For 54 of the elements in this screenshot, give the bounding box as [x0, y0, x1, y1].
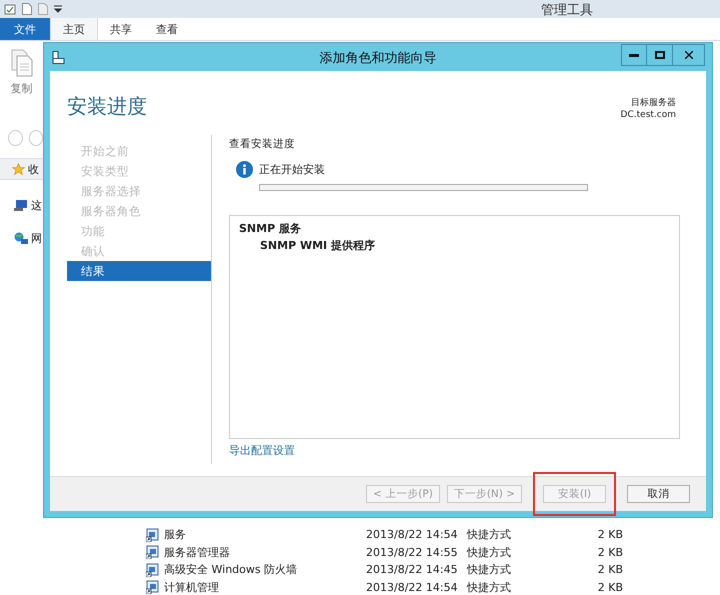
- file-size: 2 KB: [596, 528, 623, 542]
- file-date: 2013/8/22 14:55: [366, 546, 459, 559]
- properties-icon[interactable]: [4, 3, 16, 15]
- file-type: 快捷方式: [467, 544, 512, 560]
- minimize-button[interactable]: [621, 44, 647, 66]
- ribbon-tab[interactable]: 主页: [50, 18, 98, 40]
- wizard-step[interactable]: 结果: [67, 261, 211, 281]
- nav-item[interactable]: 网: [31, 231, 42, 246]
- file-date: 2013/8/22 14:54: [366, 580, 459, 594]
- export-settings-link[interactable]: 导出配置设置: [229, 443, 295, 458]
- nav-item[interactable]: 这: [31, 198, 42, 213]
- maximize-icon: [654, 51, 664, 59]
- maximize-button[interactable]: [647, 44, 673, 66]
- star-icon: [12, 162, 25, 176]
- info-icon: [236, 161, 253, 178]
- file-size: 2 KB: [596, 546, 623, 559]
- file-name[interactable]: 计算机管理: [164, 580, 366, 595]
- nav-item[interactable]: 收: [28, 162, 39, 176]
- file-name[interactable]: 服务: [164, 527, 366, 542]
- file-type: 快捷方式: [467, 580, 512, 595]
- file-date: 2013/8/22 14:54: [366, 528, 459, 542]
- server-icon: [52, 50, 65, 64]
- target-server-name: DC.test.com: [620, 109, 676, 121]
- dialog-title: 添加角色和功能向导: [318, 50, 438, 67]
- footer-button[interactable]: 取消: [627, 485, 690, 503]
- close-button[interactable]: [673, 44, 705, 66]
- result-subitem: SNMP WMI 提供程序: [259, 238, 376, 253]
- ribbon-tab[interactable]: 查看: [144, 18, 190, 40]
- copy-icon: [10, 49, 32, 77]
- file-name[interactable]: 服务器管理器: [164, 544, 366, 560]
- status-text: 正在开始安装: [259, 162, 325, 177]
- file-size: 2 KB: [596, 563, 623, 576]
- network-icon: [14, 232, 28, 245]
- ribbon-tab[interactable]: 文件: [0, 18, 50, 40]
- shortcut-icon: [146, 545, 160, 560]
- file-name[interactable]: 高级安全 Windows 防火墙: [164, 562, 366, 578]
- file-type: 快捷方式: [467, 562, 512, 578]
- window-title: 管理工具: [541, 2, 593, 19]
- section-title: 查看安装进度: [229, 137, 296, 151]
- close-icon: [684, 51, 692, 59]
- page-heading: 安装进度: [67, 93, 147, 120]
- shortcut-icon: [146, 562, 160, 577]
- result-item: SNMP 服务: [239, 221, 302, 236]
- copy-button[interactable]: 复制: [0, 41, 43, 96]
- target-server-label: 目标服务器: [630, 97, 676, 109]
- computer-icon: [14, 199, 28, 212]
- file-size: 2 KB: [596, 580, 623, 594]
- shortcut-icon: [146, 528, 160, 542]
- file-type: 快捷方式: [467, 527, 512, 542]
- properties-icon: [4, 4, 16, 14]
- ribbon-tab[interactable]: 共享: [98, 18, 144, 40]
- file-date: 2013/8/22 14:45: [366, 563, 459, 576]
- dropdown-icon[interactable]: [54, 5, 62, 13]
- minimize-icon: [629, 54, 639, 56]
